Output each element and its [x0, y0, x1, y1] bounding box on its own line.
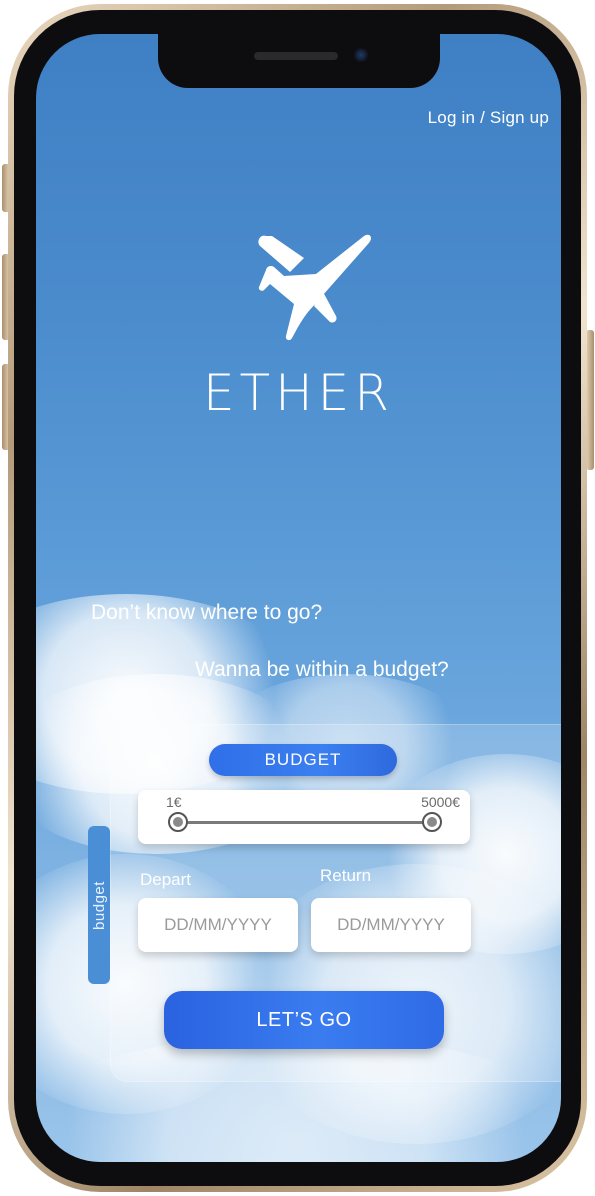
tagline-where: Don’t know where to go? [91, 601, 323, 624]
phone-notch [157, 34, 440, 88]
return-label: Return [320, 866, 372, 885]
range-min-thumb[interactable] [168, 812, 188, 832]
phone-power-button [586, 330, 594, 470]
range-max-label: 5000€ [421, 794, 460, 810]
depart-date-input[interactable] [138, 898, 298, 952]
app-screen: Log in / Sign up ETHER Don’t know where … [36, 34, 561, 1162]
return-date-input[interactable] [311, 898, 471, 952]
tagline-budget: Wanna be within a budget? [195, 658, 449, 681]
brand-name: ETHER [202, 364, 395, 422]
airplane-icon [258, 234, 371, 341]
speaker-grille [253, 52, 338, 60]
phone-bezel: Log in / Sign up ETHER Don’t know where … [14, 10, 581, 1186]
depart-label: Depart [140, 870, 192, 889]
budget-side-tab[interactable]: budget [88, 826, 110, 984]
phone-frame: Log in / Sign up ETHER Don’t know where … [8, 4, 587, 1192]
front-camera [353, 48, 368, 62]
budget-range-slider[interactable]: 1€ 5000€ [138, 790, 470, 844]
lets-go-button[interactable]: LET’S GO [164, 991, 444, 1049]
login-signup-link[interactable]: Log in / Sign up [428, 108, 549, 128]
range-max-thumb[interactable] [422, 812, 442, 832]
budget-side-tab-label: budget [90, 880, 108, 930]
budget-button[interactable]: BUDGET [209, 744, 397, 776]
range-track[interactable] [178, 821, 432, 824]
range-min-label: 1€ [166, 794, 182, 810]
